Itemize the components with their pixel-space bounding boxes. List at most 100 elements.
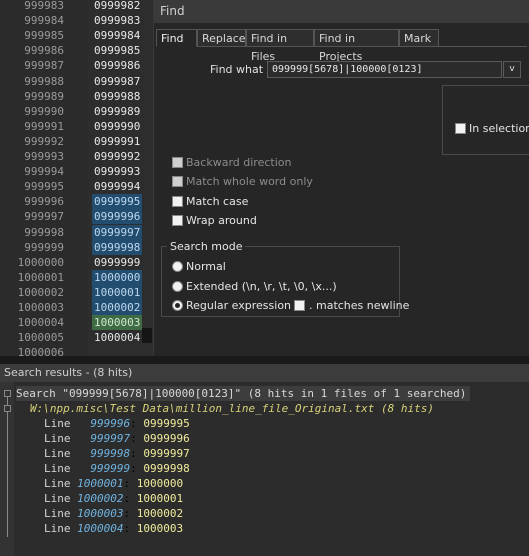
editor-line[interactable]: 0999984 — [92, 28, 142, 43]
fold-margin — [0, 382, 14, 556]
text-caret — [142, 328, 152, 343]
tab-find[interactable]: Find — [156, 29, 197, 47]
line-number: 999989 — [24, 89, 64, 103]
match-case-checkbox[interactable] — [172, 196, 183, 207]
backward-direction-checkbox[interactable] — [172, 157, 183, 168]
editor-line[interactable]: 0999988 — [92, 89, 142, 104]
tab-find-in-files[interactable]: Find in Files — [246, 29, 314, 63]
result-hit-line[interactable]: Line 999999: 0999998 — [44, 461, 190, 476]
matches-newline-checkbox[interactable] — [294, 300, 305, 311]
match-whole-word-label: Match whole word only — [186, 175, 313, 188]
regex-mode-radio[interactable] — [172, 300, 183, 311]
editor-line[interactable]: 0999992 — [92, 149, 142, 164]
find-what-label: Find what : — [210, 63, 271, 76]
hit-match-text: 1000002 — [136, 507, 184, 520]
search-results-panel[interactable]: Search "099999[5678]|100000[0123]" (8 hi… — [0, 382, 529, 556]
editor-line[interactable]: 1000004 — [92, 330, 142, 345]
hit-line-number: 1000001 — [77, 477, 124, 490]
tab-replace[interactable]: Replace — [197, 29, 246, 47]
fold-line — [7, 412, 8, 537]
editor-line[interactable]: 1000002 — [92, 300, 143, 315]
hit-line-number: 1000002 — [77, 492, 124, 505]
editor-line[interactable]: 0999996 — [92, 209, 143, 225]
editor-line[interactable]: 0999993 — [92, 164, 142, 179]
hit-line-number: 999997 — [77, 432, 131, 445]
line-number-gutter: 999983 999984 999985 999986 999987 999988 9999… — [0, 0, 88, 358]
line-keyword: Line — [44, 462, 71, 475]
line-number: 999987 — [24, 59, 64, 73]
result-hit-line[interactable]: Line 1000001: 1000000 — [44, 476, 183, 491]
editor-line[interactable]: 0999998 — [92, 239, 143, 255]
line-number: 999986 — [24, 44, 64, 58]
line-keyword: Line — [44, 447, 71, 460]
matches-newline-label: . matches newline — [309, 299, 410, 312]
hit-line-number: 999999 — [77, 462, 131, 475]
find-dialog: Find Find Replace Find in Files Find in … — [153, 0, 529, 356]
line-number: 999983 — [24, 0, 64, 12]
tab-mark[interactable]: Mark — [399, 29, 439, 47]
normal-mode-radio[interactable] — [172, 261, 183, 272]
in-selection-checkbox[interactable] — [455, 123, 466, 134]
editor-line[interactable]: 0999986 — [92, 58, 142, 73]
editor-line[interactable]: 0999985 — [92, 43, 142, 58]
normal-mode-label: Normal — [186, 260, 226, 273]
match-whole-word-checkbox[interactable] — [172, 176, 183, 187]
extended-mode-radio[interactable] — [172, 281, 183, 292]
editor-line[interactable]: 0999982 — [92, 0, 142, 13]
line-number: 999984 — [24, 14, 64, 28]
find-what-input[interactable]: 099999[5678]|100000[0123] — [267, 61, 502, 78]
line-number: 999985 — [24, 29, 64, 43]
fold-toggle-file[interactable] — [4, 405, 11, 412]
search-mode-legend: Search mode — [167, 240, 246, 253]
hit-match-text: 0999997 — [143, 447, 190, 460]
regex-mode-label: Regular expression — [186, 299, 292, 312]
in-selection-label: In selection — [469, 122, 529, 135]
result-hit-line[interactable]: Line 999997: 0999996 — [44, 431, 190, 446]
hit-line-number: 1000003 — [77, 507, 124, 520]
editor-line[interactable]: 1000001 — [92, 284, 143, 300]
result-hit-line[interactable]: Line 1000004: 1000003 — [44, 521, 183, 536]
line-number: 999994 — [24, 165, 64, 179]
line-number: 999997 — [24, 210, 64, 224]
line-number: 999996 — [24, 195, 64, 209]
line-keyword: Line — [44, 492, 71, 505]
line-keyword: Line — [44, 432, 71, 445]
pane-splitter[interactable] — [0, 356, 529, 364]
line-number: 1000005 — [17, 331, 64, 345]
result-hit-line[interactable]: Line 1000003: 1000002 — [44, 506, 183, 521]
line-number: 999998 — [24, 225, 64, 239]
editor-line[interactable]: 0999987 — [92, 74, 142, 89]
editor-line[interactable]: 0999999 — [92, 255, 142, 270]
tab-strip-divider — [197, 46, 527, 47]
find-history-dropdown-button[interactable]: v — [503, 61, 521, 78]
editor-line[interactable]: 1000003 — [92, 315, 143, 331]
editor-line[interactable]: 0999983 — [92, 13, 142, 28]
search-summary-line[interactable]: Search "099999[5678]|100000[0123]" (8 hi… — [16, 386, 471, 401]
result-hit-line[interactable]: Line 1000002: 1000001 — [44, 491, 183, 506]
editor-line[interactable]: 0999995 — [92, 194, 143, 210]
line-number: 1000000 — [17, 255, 64, 269]
result-hit-line[interactable]: Line 999996: 0999995 — [44, 416, 190, 431]
dialog-title: Find — [154, 0, 529, 23]
extended-mode-label: Extended (\n, \r, \t, \0, \x...) — [186, 280, 337, 293]
wrap-around-checkbox[interactable] — [172, 215, 183, 226]
editor-line[interactable]: 0999997 — [92, 224, 143, 240]
tab-find-in-projects[interactable]: Find in Projects — [314, 29, 399, 63]
editor-line[interactable]: 0999990 — [92, 119, 142, 134]
line-number: 999988 — [24, 74, 64, 88]
editor-line[interactable]: 1000000 — [92, 269, 143, 285]
result-hit-line[interactable]: Line 999998: 0999997 — [44, 446, 190, 461]
hit-match-text: 0999998 — [143, 462, 190, 475]
file-result-line[interactable]: W:\npp.misc\Test Data\million_line_file_… — [30, 401, 434, 416]
editor-line[interactable]: 0999989 — [92, 104, 142, 119]
editor-line[interactable]: 0999994 — [92, 179, 142, 194]
editor-text-area[interactable]: 0999982 0999983 0999984 0999985 0999986 09999… — [88, 0, 153, 358]
hit-match-text: 0999996 — [143, 432, 190, 445]
line-number: 999993 — [24, 150, 64, 163]
fold-toggle-search[interactable] — [4, 390, 11, 397]
editor-line[interactable]: 0999991 — [92, 134, 142, 149]
line-number: 999990 — [24, 104, 64, 118]
hit-match-text: 1000001 — [136, 492, 184, 505]
line-number: 1000004 — [17, 316, 64, 330]
editor-pane[interactable]: 999983 999984 999985 999986 999987 999988 9999… — [0, 0, 153, 358]
